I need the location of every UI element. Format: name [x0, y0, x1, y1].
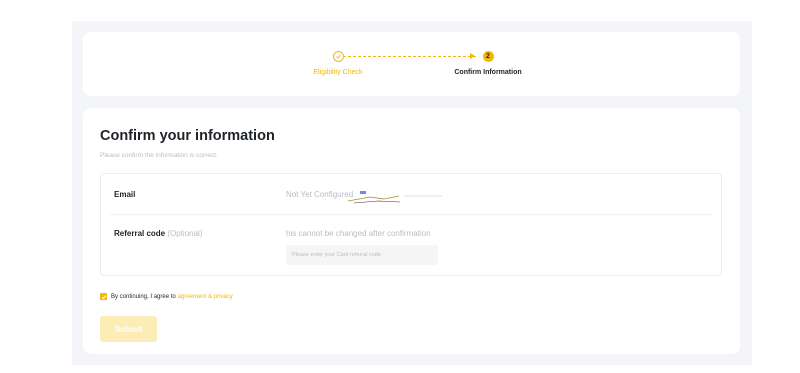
step-label: Confirm Information	[454, 69, 522, 76]
row-divider	[110, 214, 712, 215]
step-eligibility-check: Eligibility Check	[293, 51, 383, 76]
agreement-text: By continuing, I agree to	[111, 293, 176, 300]
submit-button[interactable]: Submit	[100, 316, 157, 342]
referral-label-text: Referral code	[114, 229, 166, 238]
agreement-checkbox[interactable]	[100, 293, 107, 300]
redaction-scribble	[347, 189, 442, 204]
step-label: Eligibility Check	[313, 69, 363, 76]
step-confirm-information: 2 Confirm Information	[438, 51, 538, 76]
checkmark-icon	[101, 294, 106, 299]
agreement-row: By continuing, I agree to agreement & pr…	[100, 293, 233, 300]
agreement-link[interactable]: agreement & privacy	[178, 294, 233, 300]
referral-code-input[interactable]	[286, 245, 438, 265]
email-label: Email	[114, 190, 136, 199]
check-circle-icon	[332, 51, 344, 62]
referral-label: Referral code (Optional)	[114, 229, 203, 238]
page-title: Confirm your information	[100, 128, 275, 144]
optional-tag: (Optional)	[167, 229, 203, 238]
step-number: 2	[482, 51, 494, 62]
referral-note: his cannot be changed after confirmation	[286, 229, 431, 238]
page-subtitle: Please confirm the information is correc…	[100, 152, 218, 159]
stepper-card	[83, 32, 740, 96]
